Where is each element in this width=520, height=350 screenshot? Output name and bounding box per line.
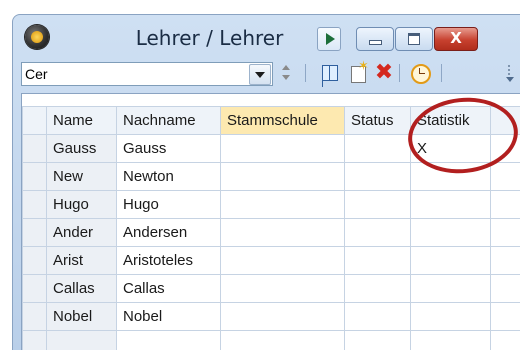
filler-cell	[491, 219, 520, 247]
filler-cell	[491, 163, 520, 191]
dropdown-arrow-icon[interactable]	[249, 64, 271, 85]
cell-status[interactable]	[345, 219, 411, 247]
column-header-nachname[interactable]: Nachname	[117, 107, 221, 135]
cell-stammschule[interactable]	[221, 331, 345, 350]
filter-combobox[interactable]	[21, 62, 273, 86]
toolbar: ✖	[21, 59, 520, 89]
lehrer-window: Lehrer / Lehrer X ✖	[12, 14, 520, 350]
cell-status[interactable]	[345, 163, 411, 191]
column-header-name[interactable]: Name	[47, 107, 117, 135]
column-header-status[interactable]: Status	[345, 107, 411, 135]
cell-stammschule[interactable]	[221, 275, 345, 303]
cell-name[interactable]: Gauss	[47, 135, 117, 163]
row-selector[interactable]	[23, 163, 47, 191]
row-selector[interactable]	[23, 135, 47, 163]
spin-icon[interactable]	[279, 62, 293, 84]
cell-statistik[interactable]	[411, 275, 491, 303]
cell-status[interactable]	[345, 331, 411, 350]
cell-status[interactable]	[345, 303, 411, 331]
delete-icon[interactable]: ✖	[373, 62, 395, 84]
cell-stammschule[interactable]	[221, 219, 345, 247]
cell-stammschule[interactable]	[221, 163, 345, 191]
cell-statistik[interactable]	[411, 331, 491, 350]
cell-nachname[interactable]: Hugo	[117, 191, 221, 219]
maximize-button[interactable]	[395, 27, 433, 51]
cell-statistik[interactable]	[411, 247, 491, 275]
cell-name[interactable]: Nobel	[47, 303, 117, 331]
cell-stammschule[interactable]	[221, 191, 345, 219]
cell-stammschule[interactable]	[221, 247, 345, 275]
row-selector[interactable]	[23, 331, 47, 350]
row-selector[interactable]	[23, 191, 47, 219]
cell-stammschule[interactable]	[221, 303, 345, 331]
table-row[interactable]: Ander Andersen	[23, 219, 520, 247]
filler-cell	[491, 303, 520, 331]
row-selector[interactable]	[23, 247, 47, 275]
grid-icon[interactable]	[319, 62, 341, 84]
close-icon: X	[435, 29, 477, 47]
row-selector-header[interactable]	[23, 107, 47, 135]
cell-status[interactable]	[345, 135, 411, 163]
filler-cell	[491, 191, 520, 219]
table-row[interactable]: Nobel Nobel	[23, 303, 520, 331]
table-row[interactable]: Hugo Hugo	[23, 191, 520, 219]
cell-statistik[interactable]	[411, 303, 491, 331]
cell-nachname[interactable]: Andersen	[117, 219, 221, 247]
cell-nachname[interactable]: Callas	[117, 275, 221, 303]
play-button[interactable]	[317, 27, 341, 51]
close-button[interactable]: X	[434, 27, 478, 51]
toolbar-overflow-icon[interactable]	[505, 63, 515, 87]
cell-stammschule[interactable]	[221, 135, 345, 163]
cell-status[interactable]	[345, 275, 411, 303]
table-row[interactable]: Arist Aristoteles	[23, 247, 520, 275]
row-selector[interactable]	[23, 275, 47, 303]
cell-status[interactable]	[345, 191, 411, 219]
toolbar-separator	[441, 64, 442, 82]
filler-cell	[491, 275, 520, 303]
cell-name[interactable]: New	[47, 163, 117, 191]
cell-name[interactable]: Arist	[47, 247, 117, 275]
cell-nachname[interactable]: Newton	[117, 163, 221, 191]
filter-input[interactable]	[25, 65, 235, 82]
column-header-stammschule[interactable]: Stammschule	[221, 107, 345, 135]
toolbar-separator	[399, 64, 400, 82]
minimize-button[interactable]	[356, 27, 394, 51]
cell-statistik[interactable]	[411, 219, 491, 247]
cell-name[interactable]: Callas	[47, 275, 117, 303]
cell-name[interactable]: Ander	[47, 219, 117, 247]
spin-up-icon[interactable]	[282, 65, 290, 70]
toolbar-separator	[305, 64, 306, 82]
cell-nachname[interactable]	[117, 331, 221, 350]
cell-name[interactable]	[47, 331, 117, 350]
new-record-icon[interactable]	[347, 62, 369, 84]
filler-cell	[491, 247, 520, 275]
clock-icon[interactable]	[409, 62, 431, 84]
title-bar: Lehrer / Lehrer X	[13, 15, 520, 59]
cell-statistik[interactable]	[411, 191, 491, 219]
spin-down-icon[interactable]	[282, 75, 290, 80]
cell-status[interactable]	[345, 247, 411, 275]
table-row[interactable]	[23, 331, 520, 350]
row-selector[interactable]	[23, 219, 47, 247]
cell-name[interactable]: Hugo	[47, 191, 117, 219]
filler-cell	[491, 331, 520, 350]
cell-nachname[interactable]: Nobel	[117, 303, 221, 331]
table-row[interactable]: Callas Callas	[23, 275, 520, 303]
row-selector[interactable]	[23, 303, 47, 331]
cell-nachname[interactable]: Gauss	[117, 135, 221, 163]
window-title: Lehrer / Lehrer	[13, 26, 406, 50]
cell-nachname[interactable]: Aristoteles	[117, 247, 221, 275]
